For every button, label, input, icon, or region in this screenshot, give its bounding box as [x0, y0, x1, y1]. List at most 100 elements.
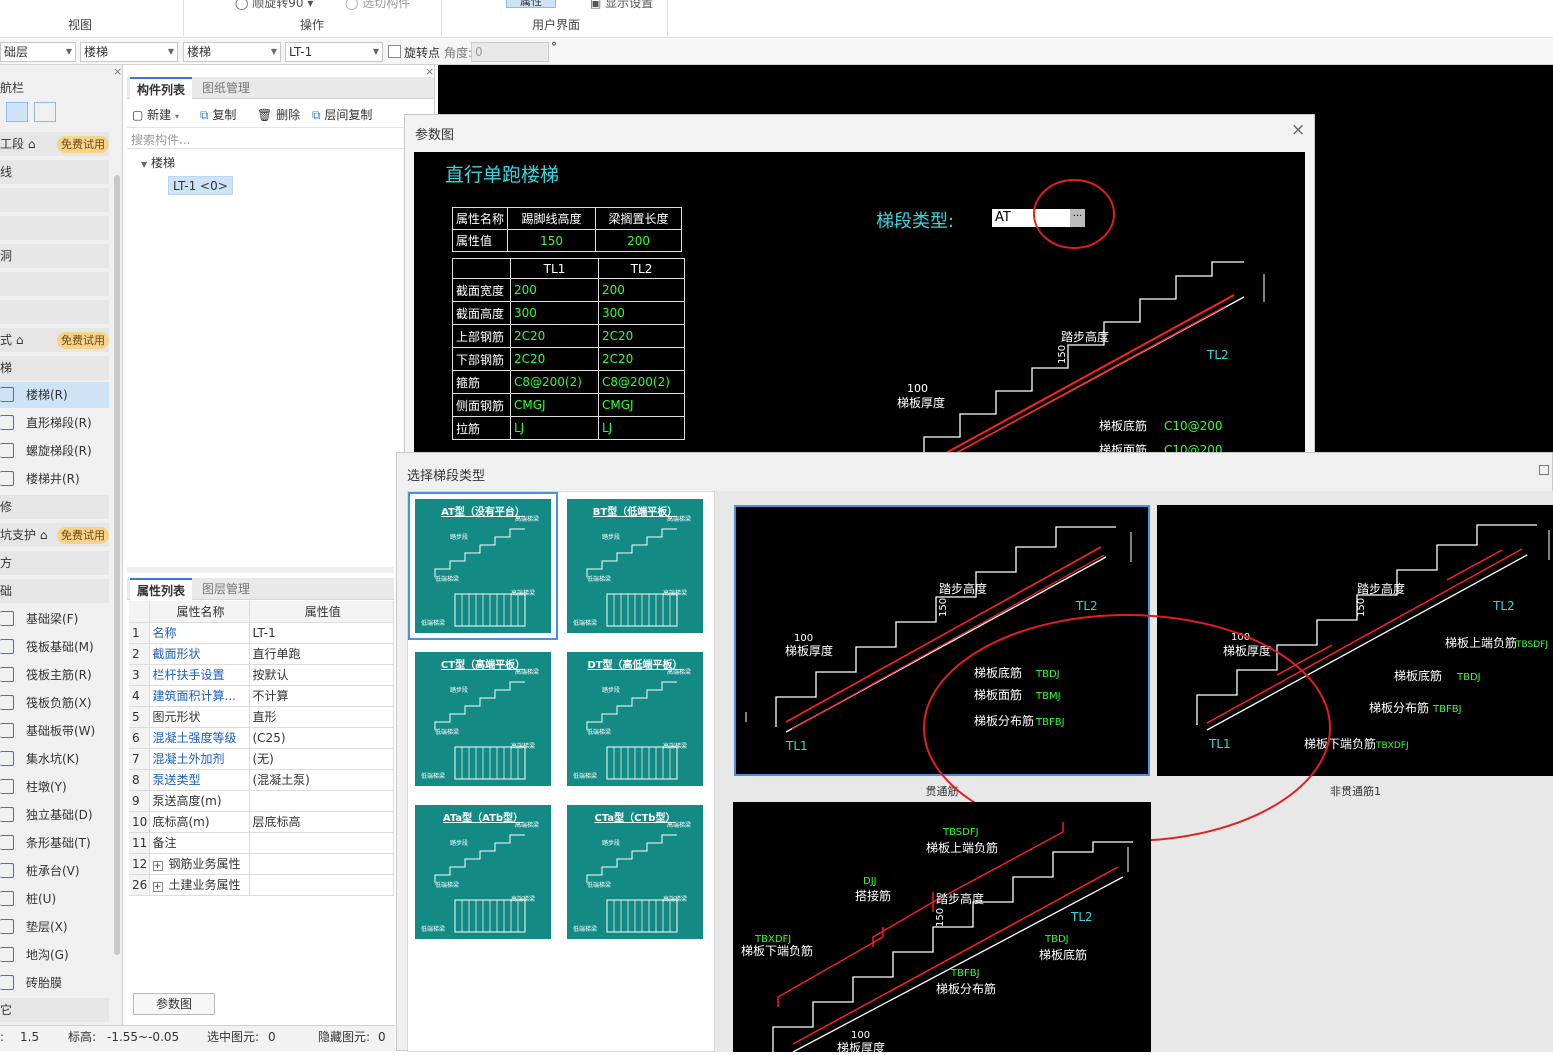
property-value[interactable]: (混凝土泵) [249, 769, 394, 791]
segment-type-option[interactable]: CTa型（CTb型） 踏步段 低端梯梁 高端梯梁 低端梯梁 高端梯梁 [562, 800, 708, 944]
property-value[interactable]: (无) [249, 748, 394, 770]
nav-group-assembly[interactable]: 式 ⌂ 免费试用 [0, 328, 109, 352]
nav-group-openings[interactable]: 洞 [0, 244, 109, 268]
copy-button[interactable]: ⧉ 复制 [200, 106, 236, 123]
property-value[interactable] [249, 874, 394, 896]
bottom-bar-value[interactable]: C10@200 [1164, 419, 1223, 433]
nav-group-other[interactable]: 它 [0, 998, 109, 1022]
segment-type-option[interactable]: ATa型（ATb型） 踏步段 低端梯梁 高端梯梁 低端梯梁 高端梯梁 [410, 800, 556, 944]
property-row[interactable]: 8 泵送类型 (混凝土泵) [129, 769, 394, 791]
nav-item-foundation[interactable]: 筏板负筋(X) [0, 690, 109, 716]
preview-non-through-bar-2[interactable]: TBSDFJ 梯板上端负筋 DJJ 搭接筋 踏步高度 150 TL2 TBXDF… [733, 802, 1151, 1055]
nav-group-pit-support[interactable]: 坑支护 ⌂ 免费试用 [0, 523, 109, 547]
nav-group-earthwork[interactable]: 方 [0, 551, 109, 575]
property-row[interactable]: 26 + 土建业务属性 [129, 874, 394, 896]
expand-icon[interactable]: + [152, 882, 163, 892]
property-value[interactable]: 直形 [249, 706, 394, 728]
property-value[interactable] [249, 790, 394, 812]
free-trial-badge[interactable]: 免费试用 [57, 136, 109, 153]
expand-icon[interactable]: + [152, 861, 163, 871]
tree-item-lt1[interactable]: LT-1 <0> [168, 176, 233, 195]
close-icon[interactable]: × [113, 65, 122, 78]
nav-group-construction[interactable]: 工段 ⌂ 免费试用 [0, 132, 109, 156]
property-row[interactable]: 1 名称 LT-1 [129, 622, 394, 644]
tab-drawing-management[interactable]: 图纸管理 [195, 77, 257, 99]
nav-item-foundation[interactable]: 独立基础(D) [0, 802, 109, 828]
nav-item-foundation[interactable]: 桩(U) [0, 886, 109, 912]
property-value[interactable]: 不计算 [249, 685, 394, 707]
tree-view-icon[interactable] [34, 102, 56, 122]
free-trial-badge[interactable]: 免费试用 [57, 332, 109, 349]
segment-type-option[interactable]: BT型（低端平板） 踏步段 低端梯梁 高端梯梁 低端梯梁 高端梯梁 [562, 494, 708, 638]
nav-group[interactable] [0, 188, 109, 212]
list-view-icon[interactable] [6, 102, 28, 122]
property-row[interactable]: 11 备注 [129, 832, 394, 854]
property-value[interactable]: 直行单跑 [249, 643, 394, 665]
display-settings-button[interactable]: ▣ 显示设置 [590, 0, 653, 11]
param-diagram-button[interactable]: 参数图 [133, 993, 215, 1015]
property-value[interactable] [249, 832, 394, 854]
property-row[interactable]: 9 泵送高度(m) [129, 790, 394, 812]
rotate-point-checkbox[interactable] [388, 45, 401, 58]
property-value[interactable] [249, 853, 394, 875]
nav-item-stairs[interactable]: 楼梯(R) [0, 382, 109, 408]
nav-group-stairs[interactable]: 梯 [0, 356, 109, 380]
free-trial-badge[interactable]: 免费试用 [57, 527, 109, 544]
assign-component-button[interactable]: ◯ 选切构件 [345, 0, 410, 11]
property-row[interactable]: 2 截面形状 直行单跑 [129, 643, 394, 665]
property-button[interactable]: 属性 [506, 0, 556, 8]
tab-component-list[interactable]: 构件列表 [130, 77, 193, 99]
panel-splitter[interactable] [127, 567, 394, 573]
segment-type-option[interactable]: DT型（高低端平板） 踏步段 低端梯梁 高端梯梁 低端梯梁 高端梯梁 [562, 647, 708, 791]
tab-layer-management[interactable]: 图层管理 [195, 578, 257, 600]
nav-group[interactable] [0, 272, 109, 296]
type-select[interactable]: 楼梯 ▼ [183, 42, 281, 62]
nav-item-foundation[interactable]: 筏板主筋(R) [0, 662, 109, 688]
category-select[interactable]: 楼梯 ▼ [80, 42, 178, 62]
nav-item-straight-flight[interactable]: 直形梯段(R) [0, 410, 109, 436]
property-row[interactable]: 6 混凝土强度等级 (C25) [129, 727, 394, 749]
nav-item-foundation[interactable]: 筏板基础(M) [0, 634, 109, 660]
nav-item-foundation[interactable]: 地沟(G) [0, 942, 109, 968]
nav-item-stairwell[interactable]: 楼梯井(R) [0, 466, 109, 492]
property-value[interactable]: 层底标高 [249, 811, 394, 833]
close-icon[interactable]: × [425, 65, 434, 78]
component-search-input[interactable]: 搜索构件... [127, 127, 434, 149]
delete-button[interactable]: 🗑 删除 [257, 106, 300, 123]
property-row[interactable]: 5 图元形状 直形 [129, 706, 394, 728]
nav-item-foundation[interactable]: 基础板带(W) [0, 718, 109, 744]
nav-item-foundation[interactable]: 集水坑(K) [0, 746, 109, 772]
property-row[interactable]: 12 + 钢筋业务属性 [129, 853, 394, 875]
floor-select[interactable]: 础层 ▼ [0, 42, 76, 62]
property-row[interactable]: 7 混凝土外加剂 (无) [129, 748, 394, 770]
tree-node-stairs[interactable]: ▼ 楼梯 [141, 154, 175, 171]
copy-between-floors-button[interactable]: ⧉ 层间复制 [312, 106, 372, 123]
maximize-icon[interactable] [1539, 465, 1549, 475]
property-row[interactable]: 4 建筑面积计算... 不计算 [129, 685, 394, 707]
new-button[interactable]: ▢ 新建 ▾ [132, 106, 179, 123]
nav-item-foundation[interactable]: 砖胎膜 [0, 970, 109, 996]
property-value[interactable]: LT-1 [249, 622, 394, 644]
property-row[interactable]: 3 栏杆扶手设置 按默认 [129, 664, 394, 686]
property-row[interactable]: 10 底标高(m) 层底标高 [129, 811, 394, 833]
nav-item-spiral-flight[interactable]: 螺旋梯段(R) [0, 438, 109, 464]
nav-group[interactable] [0, 300, 109, 324]
rotate-90-button[interactable]: ◯ 顺旋转90 ▾ [235, 0, 313, 11]
nav-group-foundation[interactable]: 础 [0, 579, 109, 603]
nav-group-finishing[interactable]: 修 [0, 495, 109, 519]
nav-item-foundation[interactable]: 桩承台(V) [0, 858, 109, 884]
nav-group[interactable] [0, 216, 109, 240]
nav-scrollbar[interactable] [114, 175, 120, 955]
nav-item-foundation[interactable]: 条形基础(T) [0, 830, 109, 856]
tab-property-list[interactable]: 属性列表 [130, 578, 193, 600]
segment-type-option[interactable]: AT型（没有平台） 踏步段 低端梯梁 高端梯梁 低端梯梁 高端梯梁 [408, 492, 558, 640]
close-icon[interactable]: × [1291, 120, 1305, 140]
angle-input[interactable]: 0 [471, 42, 549, 62]
nav-item-foundation[interactable]: 柱墩(Y) [0, 774, 109, 800]
nav-group[interactable]: 线 [0, 160, 109, 184]
nav-item-foundation[interactable]: 基础梁(F) [0, 606, 109, 632]
property-value[interactable]: (C25) [249, 727, 394, 749]
nav-item-foundation[interactable]: 垫层(X) [0, 914, 109, 940]
property-value[interactable]: 按默认 [249, 664, 394, 686]
segment-type-option[interactable]: CT型（高端平板） 踏步段 低端梯梁 高端梯梁 低端梯梁 高端梯梁 [410, 647, 556, 791]
